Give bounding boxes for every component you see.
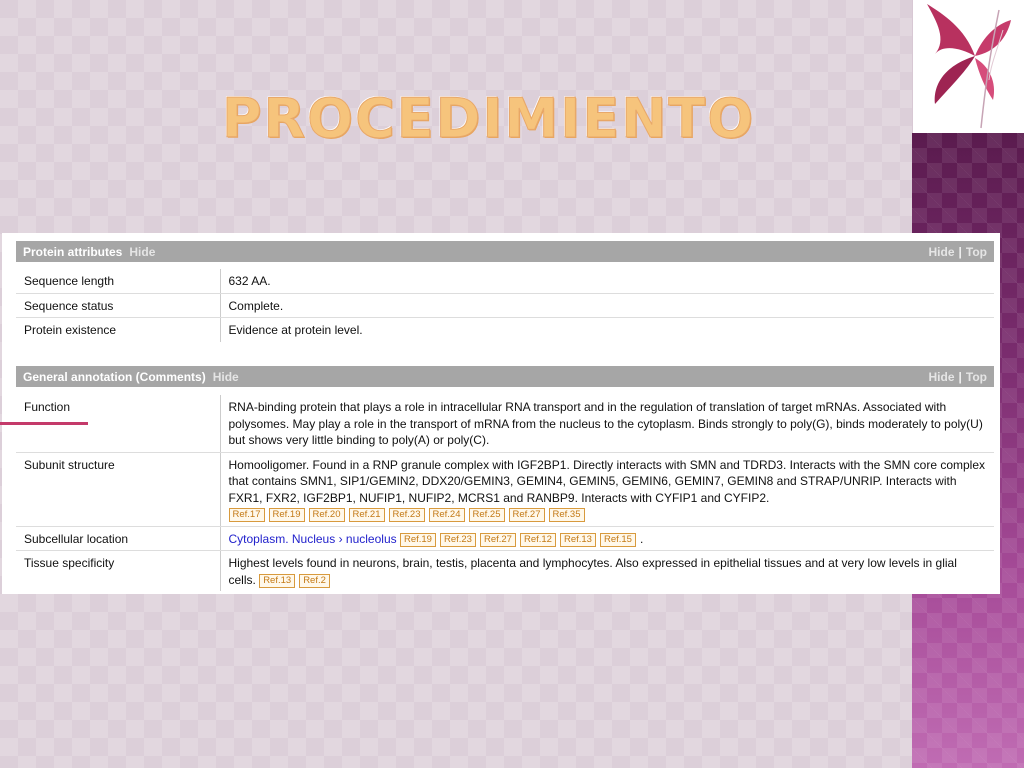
- row-value: 632 AA.: [220, 269, 994, 294]
- table-row: Protein existence Evidence at protein le…: [16, 317, 994, 342]
- row-label: Subcellular location: [16, 526, 221, 551]
- row-label: Tissue specificity: [16, 550, 221, 591]
- reference-link[interactable]: Ref.27: [508, 508, 545, 522]
- top-nav-link[interactable]: Top: [966, 370, 987, 384]
- reference-link[interactable]: Ref.20: [308, 508, 345, 522]
- hide-link[interactable]: Hide: [213, 370, 239, 384]
- reference-link[interactable]: Ref.23: [388, 508, 425, 522]
- chevron-right-icon: ›: [338, 531, 343, 546]
- protein-entry-screenshot: Protein attributes Hide Hide | Top Seque…: [2, 233, 1000, 594]
- row-value: Cytoplasm. Nucleus › nucleolus Ref.19 Ref…: [220, 526, 994, 551]
- table-row: Sequence status Complete.: [16, 293, 994, 318]
- reference-link[interactable]: Ref.19: [399, 532, 436, 547]
- row-label: Sequence length: [16, 269, 221, 294]
- table-row-tissue: Tissue specificity Highest levels found …: [16, 550, 994, 592]
- nav-separator: |: [958, 369, 962, 384]
- reference-link[interactable]: Ref.13: [559, 532, 596, 547]
- section-title: Protein attributes: [23, 244, 123, 259]
- hide-nav-link[interactable]: Hide: [929, 370, 955, 384]
- reference-link[interactable]: Ref.24: [428, 508, 465, 522]
- reference-link[interactable]: Ref.15: [599, 532, 636, 547]
- reference-link[interactable]: Ref.25: [468, 508, 505, 522]
- logo: [912, 0, 1024, 133]
- row-value: Complete.: [220, 293, 994, 318]
- period: .: [639, 531, 644, 546]
- nucleolus-link[interactable]: nucleolus: [346, 532, 397, 546]
- separator: .: [285, 531, 289, 546]
- table-row: Sequence length 632 AA.: [16, 269, 994, 294]
- table-row-subcellular: Subcellular location Cytoplasm. Nucleus …: [16, 526, 994, 551]
- reference-link[interactable]: Ref.19: [268, 508, 305, 522]
- row-value: Highest levels found in neurons, brain, …: [220, 551, 994, 592]
- table-row-function: Function RNA-binding protein that plays …: [16, 395, 994, 453]
- reference-link[interactable]: Ref.35: [548, 508, 585, 522]
- tissue-text: Highest levels found in neurons, brain, …: [228, 556, 957, 587]
- reference-link[interactable]: Ref.13: [259, 573, 296, 588]
- slide-title: PROCEDIMIENTO: [221, 87, 756, 150]
- subunit-text: Homooligomer. Found in a RNP granule com…: [228, 457, 986, 505]
- general-annotation-table: Function RNA-binding protein that plays …: [16, 395, 994, 591]
- hide-nav-link[interactable]: Hide: [929, 245, 955, 259]
- reference-link[interactable]: Ref.17: [228, 508, 265, 522]
- row-label: Sequence status: [16, 293, 221, 318]
- row-value: Evidence at protein level.: [228, 323, 363, 337]
- general-annotation-header: General annotation (Comments) Hide Hide …: [16, 366, 994, 387]
- hide-link[interactable]: Hide: [129, 245, 155, 259]
- section-title: General annotation (Comments): [23, 369, 206, 384]
- nucleus-link[interactable]: Nucleus: [292, 532, 335, 546]
- row-label: Protein existence: [16, 317, 221, 342]
- butterfly-logo-icon: [927, 4, 1011, 129]
- reference-link[interactable]: Ref.2: [299, 573, 330, 588]
- top-nav-link[interactable]: Top: [966, 245, 987, 259]
- row-value: Homooligomer. Found in a RNP granule com…: [220, 452, 994, 527]
- row-value: RNA-binding protein that plays a role in…: [220, 395, 994, 453]
- section-nav: Hide | Top: [929, 245, 987, 259]
- cytoplasm-link[interactable]: Cytoplasm: [229, 532, 286, 546]
- protein-attributes-table: Sequence length 632 AA. Sequence status …: [16, 269, 994, 342]
- row-label: Subunit structure: [16, 452, 221, 527]
- function-highlight-underline: [0, 422, 88, 425]
- reference-link[interactable]: Ref.12: [519, 532, 556, 547]
- table-row-subunit: Subunit structure Homooligomer. Found in…: [16, 452, 994, 527]
- reference-link[interactable]: Ref.21: [348, 508, 385, 522]
- section-nav: Hide | Top: [929, 370, 987, 384]
- protein-attributes-header: Protein attributes Hide Hide | Top: [16, 241, 994, 262]
- nav-separator: |: [958, 244, 962, 259]
- reference-link[interactable]: Ref.23: [439, 532, 476, 547]
- reference-link[interactable]: Ref.27: [479, 532, 516, 547]
